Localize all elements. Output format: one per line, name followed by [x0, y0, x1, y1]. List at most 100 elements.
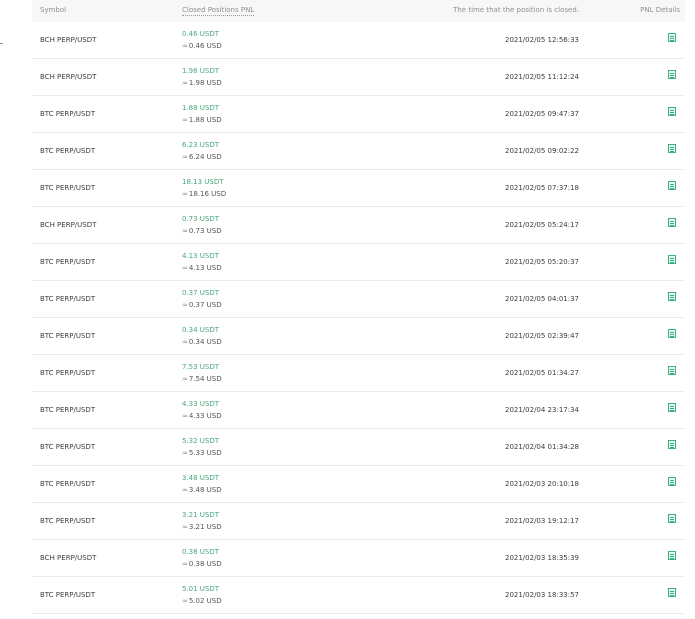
- row-close-time: 2021/02/05 04:01:37: [504, 295, 579, 303]
- row-symbol: BCH PERP/USDT: [40, 221, 97, 229]
- table-row: BCH PERP/USDT 0.73 USDT ≈0.73 USD 2021/02/0…: [32, 207, 685, 244]
- row-pnl-usdt: 0.46 USDT: [182, 30, 220, 38]
- row-symbol: BTC PERP/USDT: [40, 369, 96, 377]
- row-pnl: 7.53 USDT ≈7.54 USD: [182, 361, 222, 385]
- row-close-time: 2021/02/05 07:37:18: [504, 184, 579, 192]
- document-icon[interactable]: [668, 255, 676, 264]
- row-symbol: BCH PERP/USDT: [40, 36, 97, 44]
- row-symbol: BTC PERP/USDT: [40, 184, 96, 192]
- row-pnl-usdt: 5.32 USDT: [182, 437, 220, 445]
- row-pnl: 0.38 USDT ≈0.38 USD: [182, 546, 222, 570]
- document-icon[interactable]: [668, 292, 676, 301]
- document-icon[interactable]: [668, 551, 676, 560]
- row-pnl: 0.73 USDT ≈0.73 USD: [182, 213, 222, 237]
- approx-sign: ≈: [182, 227, 188, 235]
- row-pnl-usd-value: 18.16 USD: [188, 190, 227, 198]
- document-icon[interactable]: [668, 588, 676, 597]
- row-pnl-usdt: 0.38 USDT: [182, 548, 220, 556]
- row-pnl: 0.46 USDT ≈0.46 USD: [182, 28, 222, 52]
- approx-sign: ≈: [182, 79, 188, 87]
- row-pnl-usd-value: 5.02 USD: [188, 597, 222, 605]
- document-icon[interactable]: [668, 33, 676, 42]
- row-pnl: 1.88 USDT ≈1.88 USD: [182, 102, 222, 126]
- row-pnl-usd: ≈18.16 USD: [182, 188, 226, 200]
- row-pnl-usdt: 0.73 USDT: [182, 215, 220, 223]
- row-pnl: 3.48 USDT ≈3.48 USD: [182, 472, 222, 496]
- document-icon[interactable]: [668, 218, 676, 227]
- document-icon[interactable]: [668, 329, 676, 338]
- approx-sign: ≈: [182, 190, 188, 198]
- row-symbol: BTC PERP/USDT: [40, 517, 96, 525]
- approx-sign: ≈: [182, 449, 188, 457]
- row-pnl-usdt: 1.88 USDT: [182, 104, 220, 112]
- left-edge-mark: [0, 43, 3, 44]
- row-close-time: 2021/02/03 20:10:18: [504, 480, 579, 488]
- row-pnl-usd-value: 5.33 USD: [188, 449, 222, 457]
- row-close-time: 2021/02/04 23:17:34: [504, 406, 579, 414]
- row-pnl-usd: ≈6.24 USD: [182, 151, 222, 163]
- row-close-time: 2021/02/05 11:12:24: [504, 73, 579, 81]
- approx-sign: ≈: [182, 412, 188, 420]
- row-pnl: 5.01 USDT ≈5.02 USD: [182, 583, 222, 607]
- row-close-time: 2021/02/05 05:20:37: [504, 258, 579, 266]
- document-icon[interactable]: [668, 403, 676, 412]
- document-icon[interactable]: [668, 477, 676, 486]
- approx-sign: ≈: [182, 42, 188, 50]
- table-row: BTC PERP/USDT 0.37 USDT ≈0.37 USD 2021/02/0…: [32, 281, 685, 318]
- table-row: BCH PERP/USDT 0.38 USDT ≈0.38 USD 2021/02/0…: [32, 540, 685, 577]
- document-icon[interactable]: [668, 181, 676, 190]
- header-close-time: The time that the position is closed.: [453, 6, 579, 14]
- row-pnl: 5.32 USDT ≈5.33 USD: [182, 435, 222, 459]
- header-closed-positions-pnl[interactable]: Closed Positions PNL: [182, 6, 255, 16]
- approx-sign: ≈: [182, 264, 188, 272]
- row-pnl: 4.33 USDT ≈4.33 USD: [182, 398, 222, 422]
- approx-sign: ≈: [182, 375, 188, 383]
- row-pnl-usdt: 0.34 USDT: [182, 326, 220, 334]
- row-pnl: 1.98 USDT ≈1.98 USD: [182, 65, 222, 89]
- row-symbol: BTC PERP/USDT: [40, 406, 96, 414]
- table-body: BCH PERP/USDT 0.46 USDT ≈0.46 USD 2021/02/0…: [32, 22, 685, 614]
- row-pnl: 0.34 USDT ≈0.34 USD: [182, 324, 222, 348]
- row-pnl-usdt: 1.98 USDT: [182, 67, 220, 75]
- document-icon[interactable]: [668, 514, 676, 523]
- table-row: BCH PERP/USDT 1.98 USDT ≈1.98 USD 2021/02/0…: [32, 59, 685, 96]
- document-icon[interactable]: [668, 144, 676, 153]
- row-symbol: BTC PERP/USDT: [40, 258, 96, 266]
- table-row: BTC PERP/USDT 6.23 USDT ≈6.24 USD 2021/02/0…: [32, 133, 685, 170]
- approx-sign: ≈: [182, 523, 188, 531]
- row-pnl-usd: ≈7.54 USD: [182, 373, 222, 385]
- row-symbol: BTC PERP/USDT: [40, 443, 96, 451]
- row-pnl: 3.21 USDT ≈3.21 USD: [182, 509, 222, 533]
- row-pnl-usd-value: 0.38 USD: [188, 560, 222, 568]
- row-pnl-usd-value: 6.24 USD: [188, 153, 222, 161]
- approx-sign: ≈: [182, 116, 188, 124]
- approx-sign: ≈: [182, 338, 188, 346]
- document-icon[interactable]: [668, 440, 676, 449]
- row-pnl-usdt: 6.23 USDT: [182, 141, 220, 149]
- document-icon[interactable]: [668, 366, 676, 375]
- row-close-time: 2021/02/05 01:34:27: [504, 369, 579, 377]
- row-pnl-usd-value: 3.48 USD: [188, 486, 222, 494]
- table-row: BTC PERP/USDT 3.21 USDT ≈3.21 USD 2021/02/0…: [32, 503, 685, 540]
- document-icon[interactable]: [668, 107, 676, 116]
- row-pnl-usd: ≈0.46 USD: [182, 40, 222, 52]
- row-pnl-usd: ≈5.02 USD: [182, 595, 222, 607]
- pnl-history-page: Symbol Closed Positions PNL The time tha…: [0, 0, 695, 619]
- row-close-time: 2021/02/03 19:12:17: [504, 517, 579, 525]
- row-pnl-usdt: 3.48 USDT: [182, 474, 220, 482]
- closed-positions-table: Symbol Closed Positions PNL The time tha…: [32, 0, 685, 614]
- table-row: BTC PERP/USDT 18.13 USDT ≈18.16 USD 2021/02…: [32, 170, 685, 207]
- document-icon[interactable]: [668, 70, 676, 79]
- row-pnl-usd-value: 1.98 USD: [188, 79, 222, 87]
- row-symbol: BTC PERP/USDT: [40, 295, 96, 303]
- row-pnl-usd-value: 3.21 USD: [188, 523, 222, 531]
- row-pnl-usd-value: 0.46 USD: [188, 42, 222, 50]
- approx-sign: ≈: [182, 153, 188, 161]
- row-pnl-usd-value: 7.54 USD: [188, 375, 222, 383]
- row-symbol: BTC PERP/USDT: [40, 480, 96, 488]
- row-pnl-usd: ≈3.48 USD: [182, 484, 222, 496]
- row-pnl-usd: ≈0.38 USD: [182, 558, 222, 570]
- row-close-time: 2021/02/05 09:47:37: [504, 110, 579, 118]
- table-row: BTC PERP/USDT 7.53 USDT ≈7.54 USD 2021/02/0…: [32, 355, 685, 392]
- row-pnl: 0.37 USDT ≈0.37 USD: [182, 287, 222, 311]
